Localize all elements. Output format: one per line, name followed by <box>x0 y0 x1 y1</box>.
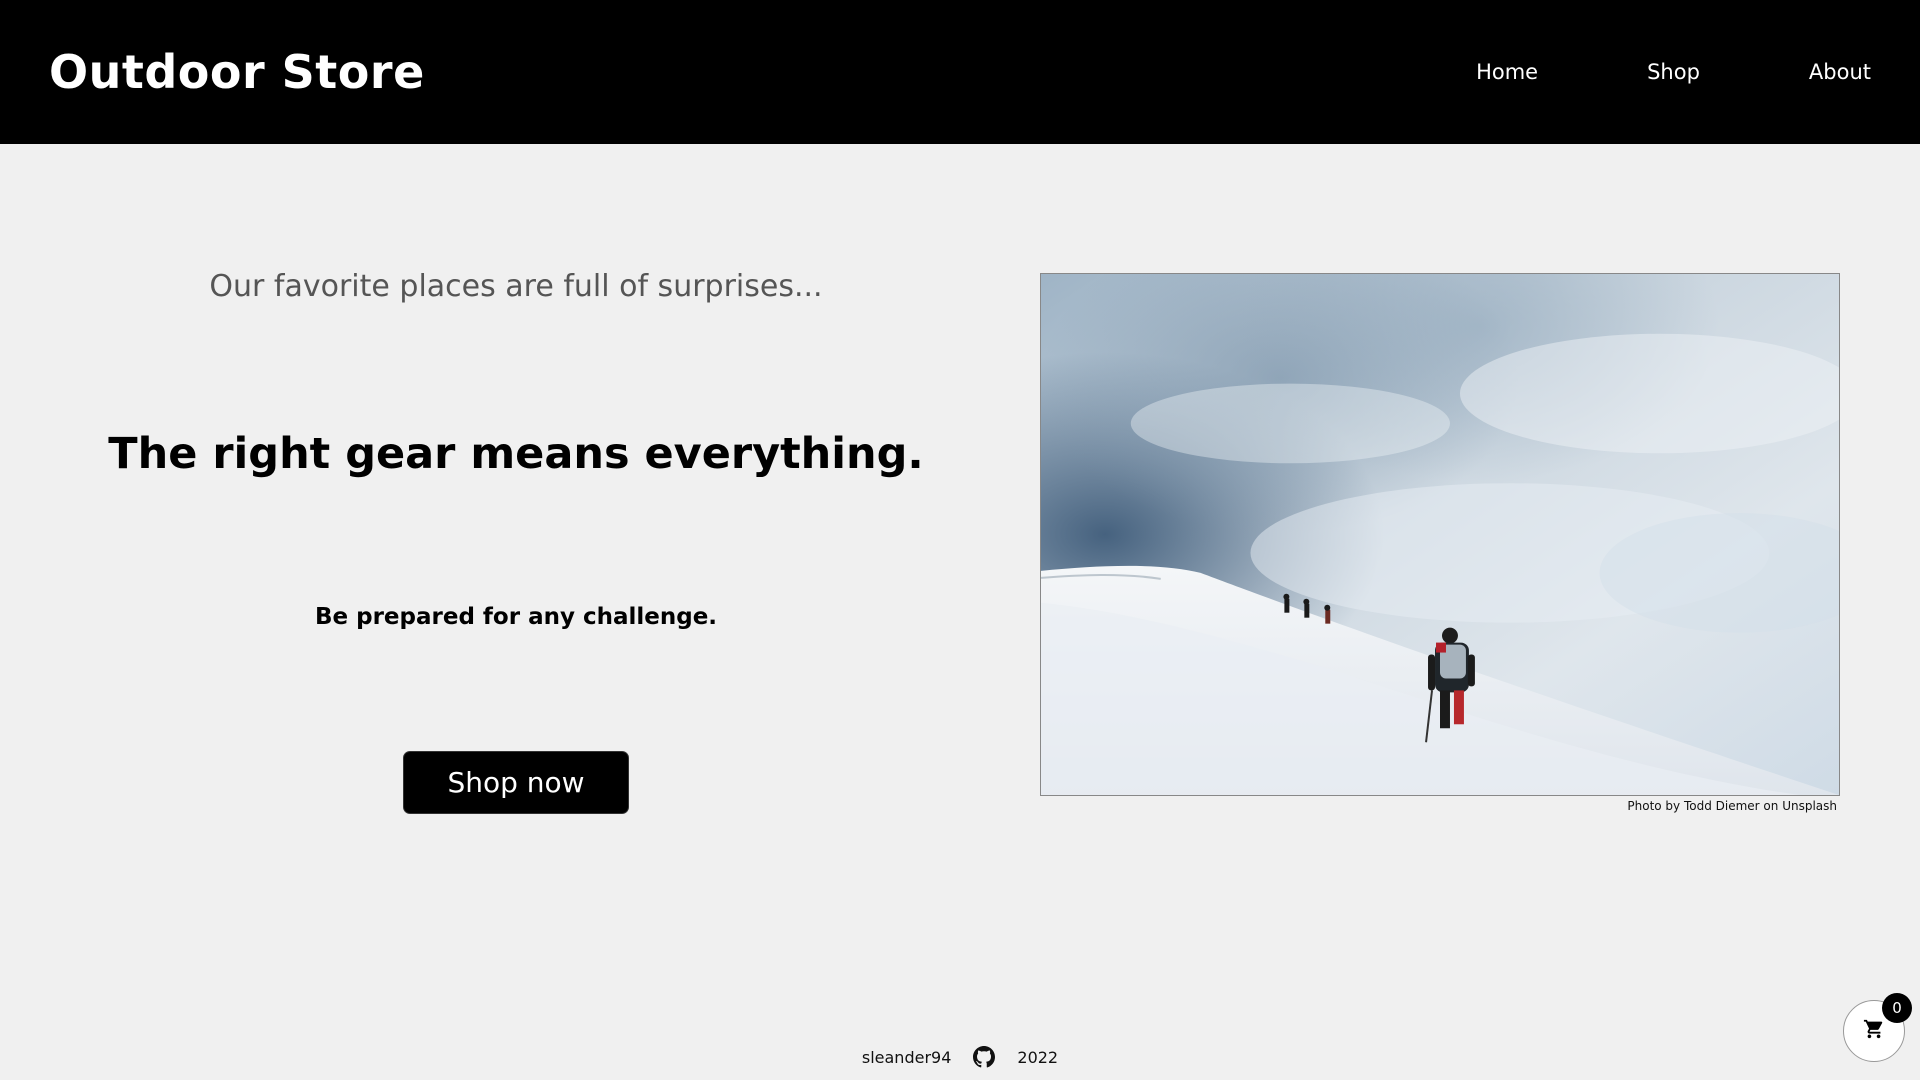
photo-credit: Photo by Todd Diemer on Unsplash <box>1627 799 1837 813</box>
site-header: Outdoor Store Home Shop About <box>0 0 1920 144</box>
footer-year: 2022 <box>1017 1047 1059 1067</box>
shop-now-button[interactable]: Shop now <box>403 751 629 814</box>
nav-about-link[interactable]: About <box>1809 60 1871 84</box>
site-footer: sleander94 2022 <box>0 1046 1920 1068</box>
github-icon[interactable] <box>973 1046 996 1068</box>
nav-shop-link[interactable]: Shop <box>1647 60 1700 84</box>
main-nav: Home Shop About <box>1367 60 1871 84</box>
hero-photo <box>1040 273 1840 796</box>
snowy-mountain-climbers-image <box>1041 274 1839 795</box>
hero-subhead: Be prepared for any challenge. <box>314 604 718 630</box>
cart-count-badge: 0 <box>1882 993 1912 1023</box>
brand-logo-text[interactable]: Outdoor Store <box>49 45 425 99</box>
hero-headline: The right gear means everything. <box>108 429 924 479</box>
footer-author: sleander94 <box>861 1047 952 1067</box>
hero-text-section: Our favorite places are full of surprise… <box>0 144 1032 844</box>
cart-icon <box>1863 1018 1885 1044</box>
hero-tagline: Our favorite places are full of surprise… <box>209 269 823 304</box>
nav-home-link[interactable]: Home <box>1476 60 1538 84</box>
page: Outdoor Store Home Shop About Our favori… <box>0 0 1920 1080</box>
